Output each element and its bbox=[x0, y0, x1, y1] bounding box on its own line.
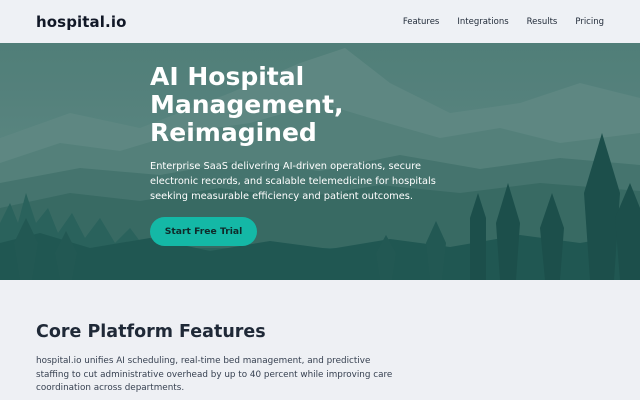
nav-link-results[interactable]: Results bbox=[527, 17, 558, 27]
features-description: hospital.io unifies AI scheduling, real-… bbox=[36, 356, 393, 393]
features-content: Core Platform Features hospital.io unifi… bbox=[36, 322, 416, 396]
features-section: Core Platform Features hospital.io unifi… bbox=[0, 280, 640, 400]
nav-link-pricing[interactable]: Pricing bbox=[575, 17, 604, 27]
nav-link-features[interactable]: Features bbox=[403, 17, 440, 27]
hero-section: AI Hospital Management, Reimagined Enter… bbox=[0, 43, 640, 280]
hero-content: AI Hospital Management, Reimagined Enter… bbox=[150, 62, 450, 246]
brand-logo[interactable]: hospital.io bbox=[36, 13, 126, 31]
hero-subtitle: Enterprise SaaS delivering AI-driven ope… bbox=[150, 161, 436, 202]
features-title: Core Platform Features bbox=[36, 322, 266, 342]
nav-link-integrations[interactable]: Integrations bbox=[457, 17, 508, 27]
hero-title: AI Hospital Management, Reimagined bbox=[150, 62, 344, 147]
main-nav: Features Integrations Results Pricing bbox=[385, 17, 604, 27]
start-free-trial-button[interactable]: Start Free Trial bbox=[150, 217, 257, 246]
top-navbar: hospital.io Features Integrations Result… bbox=[0, 0, 640, 43]
